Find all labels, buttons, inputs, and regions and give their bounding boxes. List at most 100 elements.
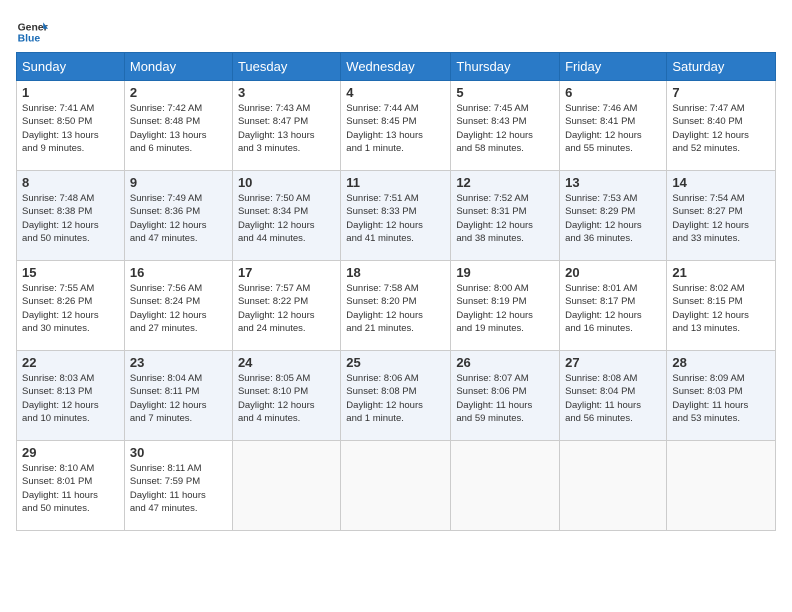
day-number: 21 [672,265,770,280]
day-cell: 23 Sunrise: 8:04 AM Sunset: 8:11 PM Dayli… [124,351,232,441]
day-info: Sunrise: 8:11 AM Sunset: 7:59 PM Dayligh… [130,462,227,515]
week-row-4: 22 Sunrise: 8:03 AM Sunset: 8:13 PM Dayli… [17,351,776,441]
day-number: 8 [22,175,119,190]
day-cell: 19 Sunrise: 8:00 AM Sunset: 8:19 PM Dayli… [451,261,560,351]
week-row-2: 8 Sunrise: 7:48 AM Sunset: 8:38 PM Daylig… [17,171,776,261]
day-cell: 18 Sunrise: 7:58 AM Sunset: 8:20 PM Dayli… [341,261,451,351]
day-number: 17 [238,265,335,280]
day-cell: 10 Sunrise: 7:50 AM Sunset: 8:34 PM Dayli… [232,171,340,261]
week-row-5: 29 Sunrise: 8:10 AM Sunset: 8:01 PM Dayli… [17,441,776,531]
day-info: Sunrise: 7:42 AM Sunset: 8:48 PM Dayligh… [130,102,227,155]
day-number: 4 [346,85,445,100]
day-info: Sunrise: 8:00 AM Sunset: 8:19 PM Dayligh… [456,282,554,335]
day-cell: 3Sunrise: 7:43 AM Sunset: 8:47 PM Daylig… [232,81,340,171]
header: General Blue [16,16,776,48]
day-number: 19 [456,265,554,280]
day-info: Sunrise: 7:47 AM Sunset: 8:40 PM Dayligh… [672,102,770,155]
day-cell: 1 Sunrise: 7:41 AM Sunset: 8:50 PM Daylig… [17,81,125,171]
day-number: 9 [130,175,227,190]
day-cell: 22 Sunrise: 8:03 AM Sunset: 8:13 PM Dayli… [17,351,125,441]
day-info: Sunrise: 8:09 AM Sunset: 8:03 PM Dayligh… [672,372,770,425]
weekday-header-monday: Monday [124,53,232,81]
day-cell [560,441,667,531]
day-info: Sunrise: 7:57 AM Sunset: 8:22 PM Dayligh… [238,282,335,335]
day-cell: 6 Sunrise: 7:46 AM Sunset: 8:41 PM Daylig… [560,81,667,171]
day-number: 1 [22,85,119,100]
day-cell: 24 Sunrise: 8:05 AM Sunset: 8:10 PM Dayli… [232,351,340,441]
day-cell: 27 Sunrise: 8:08 AM Sunset: 8:04 PM Dayli… [560,351,667,441]
day-number: 29 [22,445,119,460]
weekday-header-saturday: Saturday [667,53,776,81]
day-cell: 5 Sunrise: 7:45 AM Sunset: 8:43 PM Daylig… [451,81,560,171]
weekday-header-thursday: Thursday [451,53,560,81]
day-cell: 17 Sunrise: 7:57 AM Sunset: 8:22 PM Dayli… [232,261,340,351]
day-cell [667,441,776,531]
weekday-header-friday: Friday [560,53,667,81]
day-info: Sunrise: 7:58 AM Sunset: 8:20 PM Dayligh… [346,282,445,335]
day-number: 2 [130,85,227,100]
day-number: 15 [22,265,119,280]
day-cell: 11Sunrise: 7:51 AM Sunset: 8:33 PM Dayli… [341,171,451,261]
week-row-3: 15 Sunrise: 7:55 AM Sunset: 8:26 PM Dayli… [17,261,776,351]
day-info: Sunrise: 7:54 AM Sunset: 8:27 PM Dayligh… [672,192,770,245]
day-info: Sunrise: 8:02 AM Sunset: 8:15 PM Dayligh… [672,282,770,335]
day-info: Sunrise: 8:08 AM Sunset: 8:04 PM Dayligh… [565,372,661,425]
day-number: 20 [565,265,661,280]
logo-icon: General Blue [16,16,48,48]
day-info: Sunrise: 8:10 AM Sunset: 8:01 PM Dayligh… [22,462,119,515]
day-number: 22 [22,355,119,370]
day-number: 18 [346,265,445,280]
day-cell: 26 Sunrise: 8:07 AM Sunset: 8:06 PM Dayli… [451,351,560,441]
day-cell: 28Sunrise: 8:09 AM Sunset: 8:03 PM Dayli… [667,351,776,441]
day-info: Sunrise: 8:05 AM Sunset: 8:10 PM Dayligh… [238,372,335,425]
day-cell [232,441,340,531]
day-number: 23 [130,355,227,370]
day-info: Sunrise: 7:46 AM Sunset: 8:41 PM Dayligh… [565,102,661,155]
day-info: Sunrise: 7:41 AM Sunset: 8:50 PM Dayligh… [22,102,119,155]
day-number: 5 [456,85,554,100]
day-number: 6 [565,85,661,100]
day-info: Sunrise: 7:48 AM Sunset: 8:38 PM Dayligh… [22,192,119,245]
day-cell: 25 Sunrise: 8:06 AM Sunset: 8:08 PM Dayli… [341,351,451,441]
day-cell: 29 Sunrise: 8:10 AM Sunset: 8:01 PM Dayli… [17,441,125,531]
day-info: Sunrise: 7:52 AM Sunset: 8:31 PM Dayligh… [456,192,554,245]
weekday-header-wednesday: Wednesday [341,53,451,81]
day-cell: 30Sunrise: 8:11 AM Sunset: 7:59 PM Dayli… [124,441,232,531]
day-cell: 16Sunrise: 7:56 AM Sunset: 8:24 PM Dayli… [124,261,232,351]
day-number: 14 [672,175,770,190]
calendar-table: SundayMondayTuesdayWednesdayThursdayFrid… [16,52,776,531]
day-info: Sunrise: 7:45 AM Sunset: 8:43 PM Dayligh… [456,102,554,155]
day-info: Sunrise: 7:44 AM Sunset: 8:45 PM Dayligh… [346,102,445,155]
day-info: Sunrise: 7:55 AM Sunset: 8:26 PM Dayligh… [22,282,119,335]
logo: General Blue [16,16,48,48]
day-cell: 9Sunrise: 7:49 AM Sunset: 8:36 PM Daylig… [124,171,232,261]
day-info: Sunrise: 8:04 AM Sunset: 8:11 PM Dayligh… [130,372,227,425]
day-number: 27 [565,355,661,370]
day-cell: 20 Sunrise: 8:01 AM Sunset: 8:17 PM Dayli… [560,261,667,351]
day-cell: 15 Sunrise: 7:55 AM Sunset: 8:26 PM Dayli… [17,261,125,351]
day-cell: 8 Sunrise: 7:48 AM Sunset: 8:38 PM Daylig… [17,171,125,261]
day-cell: 2 Sunrise: 7:42 AM Sunset: 8:48 PM Daylig… [124,81,232,171]
day-number: 10 [238,175,335,190]
week-row-1: 1 Sunrise: 7:41 AM Sunset: 8:50 PM Daylig… [17,81,776,171]
day-info: Sunrise: 8:06 AM Sunset: 8:08 PM Dayligh… [346,372,445,425]
day-number: 26 [456,355,554,370]
day-number: 12 [456,175,554,190]
day-cell: 4 Sunrise: 7:44 AM Sunset: 8:45 PM Daylig… [341,81,451,171]
day-number: 16 [130,265,227,280]
day-number: 11 [346,175,445,190]
day-info: Sunrise: 8:07 AM Sunset: 8:06 PM Dayligh… [456,372,554,425]
day-cell: 21 Sunrise: 8:02 AM Sunset: 8:15 PM Dayli… [667,261,776,351]
day-number: 25 [346,355,445,370]
day-cell [341,441,451,531]
day-number: 24 [238,355,335,370]
day-cell: 7 Sunrise: 7:47 AM Sunset: 8:40 PM Daylig… [667,81,776,171]
day-info: Sunrise: 8:03 AM Sunset: 8:13 PM Dayligh… [22,372,119,425]
day-cell: 13Sunrise: 7:53 AM Sunset: 8:29 PM Dayli… [560,171,667,261]
day-number: 3 [238,85,335,100]
day-number: 13 [565,175,661,190]
day-info: Sunrise: 8:01 AM Sunset: 8:17 PM Dayligh… [565,282,661,335]
weekday-header-tuesday: Tuesday [232,53,340,81]
day-number: 7 [672,85,770,100]
day-info: Sunrise: 7:50 AM Sunset: 8:34 PM Dayligh… [238,192,335,245]
